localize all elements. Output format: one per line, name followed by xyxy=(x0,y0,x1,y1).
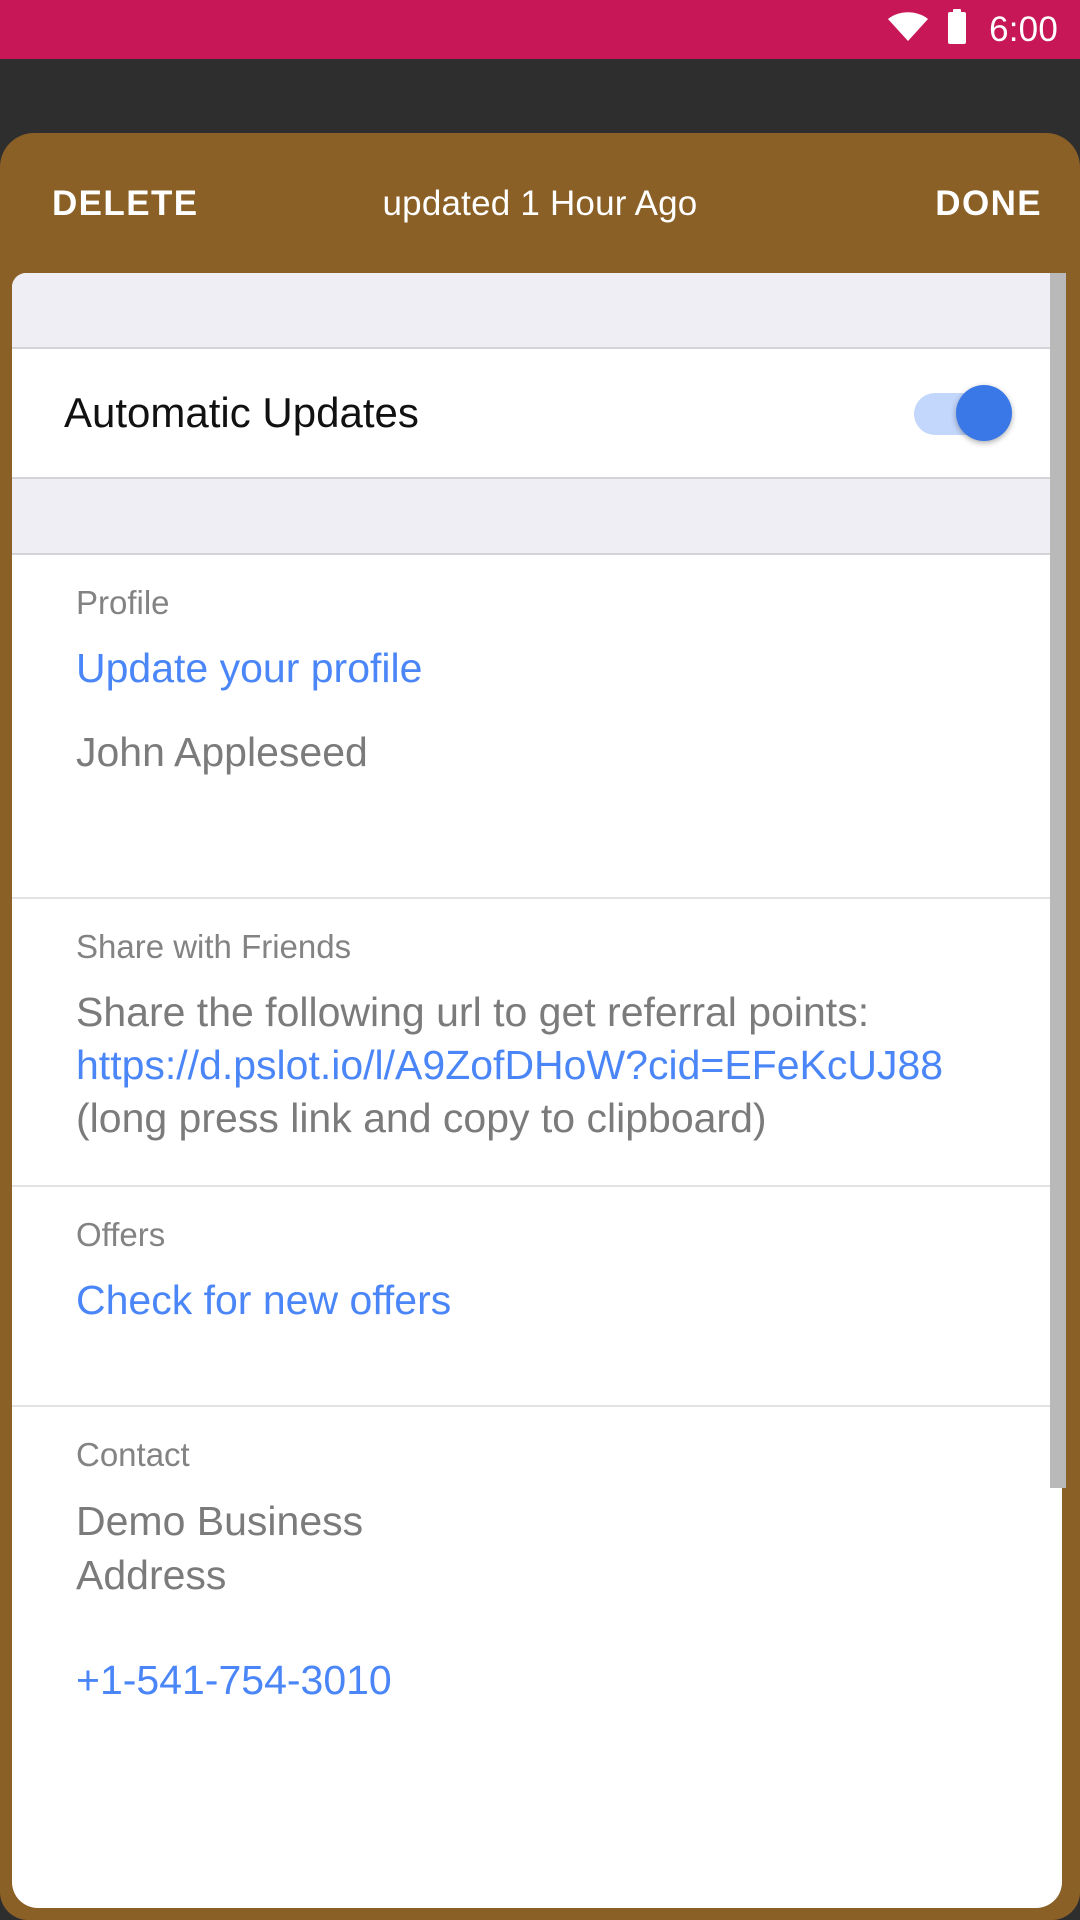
check-offers-link[interactable]: Check for new offers xyxy=(76,1274,1010,1327)
settings-scroll-area[interactable]: Automatic Updates Profile Update your pr… xyxy=(12,273,1062,1908)
share-intro-text: Share the following url to get referral … xyxy=(76,988,870,1035)
referral-url-link[interactable]: https://d.pslot.io/l/A9ZofDHoW?cid=EFeKc… xyxy=(76,1042,943,1088)
contact-business-name: Demo Business xyxy=(76,1497,364,1544)
wifi-icon xyxy=(887,11,929,48)
share-hint-text: (long press link and copy to clipboard) xyxy=(76,1095,767,1142)
offers-section: Offers Check for new offers xyxy=(12,1185,1062,1406)
contact-gap xyxy=(76,1602,1010,1654)
profile-section: Profile Update your profile John Applese… xyxy=(12,555,1062,897)
automatic-updates-label: Automatic Updates xyxy=(64,389,419,436)
settings-dialog: DELETE updated 1 Hour Ago DONE Automatic… xyxy=(0,133,1080,1920)
done-button[interactable]: DONE xyxy=(935,186,1042,221)
toggle-thumb xyxy=(956,385,1012,441)
spacer-band-top xyxy=(12,273,1062,349)
profile-user-name: John Appleseed xyxy=(76,728,368,775)
share-section: Share with Friends Share the following u… xyxy=(12,896,1062,1186)
spacer-band-middle xyxy=(12,477,1062,555)
status-bar: 6:00 xyxy=(0,0,1080,59)
delete-button[interactable]: DELETE xyxy=(52,186,198,221)
share-body: Share the following url to get referral … xyxy=(76,986,1010,1146)
offers-label: Offers xyxy=(76,1216,166,1254)
dialog-header: DELETE updated 1 Hour Ago DONE xyxy=(0,133,1080,273)
update-profile-link[interactable]: Update your profile xyxy=(76,642,1010,695)
profile-gap xyxy=(76,695,1010,725)
battery-icon xyxy=(946,9,968,50)
contact-address: Address xyxy=(76,1551,227,1598)
share-label: Share with Friends xyxy=(76,927,352,965)
contact-label: Contact xyxy=(76,1436,190,1474)
scrim-band xyxy=(0,59,1080,133)
status-bar-icons: 6:00 xyxy=(887,9,1058,50)
profile-label: Profile xyxy=(76,584,170,621)
contact-phone-link[interactable]: +1-541-754-3010 xyxy=(76,1654,1010,1707)
status-bar-clock: 6:00 xyxy=(989,10,1058,49)
automatic-updates-row[interactable]: Automatic Updates xyxy=(12,349,1062,477)
automatic-updates-toggle[interactable] xyxy=(914,385,1012,441)
contact-section: Contact Demo Business Address +1-541-754… xyxy=(12,1405,1062,1748)
